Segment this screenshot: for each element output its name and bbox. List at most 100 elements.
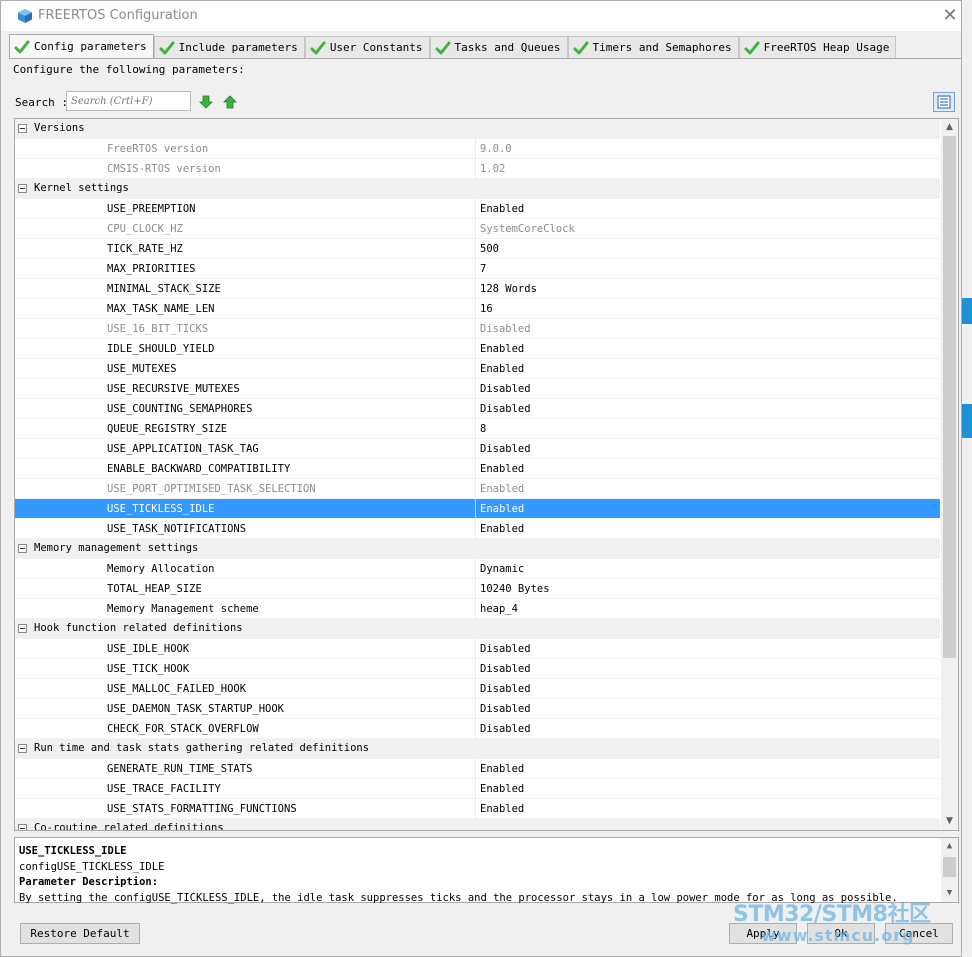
parameter-row[interactable]: Memory Allocation Dynamic — [15, 559, 940, 579]
description-config-name: configUSE_TICKLESS_IDLE — [19, 860, 165, 873]
parameter-value[interactable]: heap_4 — [480, 603, 518, 615]
parameter-value[interactable]: 500 — [480, 243, 499, 255]
parameter-value[interactable]: Enabled — [480, 783, 524, 795]
parameter-name: CPU_CLOCK_HZ — [107, 223, 183, 235]
tab-freertos-heap-usage[interactable]: FreeRTOS Heap Usage — [738, 36, 897, 58]
scroll-thumb[interactable] — [943, 136, 956, 658]
parameter-value[interactable]: Enabled — [480, 763, 524, 775]
group-row[interactable]: Co-routine related definitions — [15, 819, 940, 830]
search-input[interactable] — [66, 91, 191, 111]
scroll-down-arrow-icon[interactable]: ▼ — [941, 813, 958, 830]
column-divider — [475, 339, 476, 359]
tab-timers-and-semaphores[interactable]: Timers and Semaphores — [567, 36, 739, 58]
tab-tasks-and-queues[interactable]: Tasks and Queues — [429, 36, 568, 58]
parameter-value[interactable]: Dynamic — [480, 563, 524, 575]
collapse-minus-icon[interactable] — [18, 824, 27, 830]
close-button[interactable]: ✕ — [937, 4, 963, 28]
tab-config-parameters[interactable]: Config parameters — [9, 34, 154, 58]
parameter-row[interactable]: USE_APPLICATION_TASK_TAG Disabled — [15, 439, 940, 459]
parameter-value[interactable]: Disabled — [480, 683, 531, 695]
description-scrollbar[interactable]: ▲ ▼ — [941, 838, 958, 902]
parameter-value[interactable]: Enabled — [480, 343, 524, 355]
parameter-row[interactable]: USE_TRACE_FACILITY Enabled — [15, 779, 940, 799]
parameter-value[interactable]: Disabled — [480, 663, 531, 675]
collapse-minus-icon[interactable] — [18, 744, 27, 753]
parameter-row[interactable]: USE_COUNTING_SEMAPHORES Disabled — [15, 399, 940, 419]
parameter-row[interactable]: CMSIS-RTOS version 1.02 — [15, 159, 940, 179]
parameter-value[interactable]: Enabled — [480, 503, 524, 515]
parameter-value[interactable]: Enabled — [480, 523, 524, 535]
parameter-value[interactable]: 7 — [480, 263, 486, 275]
parameter-row[interactable]: USE_STATS_FORMATTING_FUNCTIONS Enabled — [15, 799, 940, 819]
parameter-row[interactable]: USE_MUTEXES Enabled — [15, 359, 940, 379]
collapse-minus-icon[interactable] — [18, 624, 27, 633]
parameter-value[interactable]: Disabled — [480, 443, 531, 455]
collapse-minus-icon[interactable] — [18, 544, 27, 553]
tab-include-parameters[interactable]: Include parameters — [153, 36, 305, 58]
parameter-value[interactable]: 10240 Bytes — [480, 583, 550, 595]
tab-user-constants[interactable]: User Constants — [304, 36, 430, 58]
watermark-line1: STM32/STM8社区 — [733, 902, 931, 927]
parameter-value[interactable]: Enabled — [480, 803, 524, 815]
list-view-toggle-button[interactable] — [933, 92, 955, 112]
parameter-value[interactable]: 128 Words — [480, 283, 537, 295]
desc-scroll-thumb[interactable] — [943, 857, 956, 877]
check-icon — [310, 41, 326, 54]
parameter-row[interactable]: MAX_TASK_NAME_LEN 16 — [15, 299, 940, 319]
parameter-row[interactable]: TOTAL_HEAP_SIZE 10240 Bytes — [15, 579, 940, 599]
collapse-minus-icon[interactable] — [18, 184, 27, 193]
restore-default-button[interactable]: Restore Default — [20, 923, 140, 944]
parameter-row[interactable]: FreeRTOS version 9.0.0 — [15, 139, 940, 159]
group-row[interactable]: Memory management settings — [15, 539, 940, 559]
scroll-up-arrow-icon[interactable]: ▲ — [941, 119, 958, 136]
tab-label: FreeRTOS Heap Usage — [763, 41, 890, 54]
parameter-row[interactable]: ENABLE_BACKWARD_COMPATIBILITY Enabled — [15, 459, 940, 479]
parameter-value[interactable]: 8 — [480, 423, 486, 435]
parameter-value[interactable]: Enabled — [480, 363, 524, 375]
collapse-minus-icon[interactable] — [18, 124, 27, 133]
parameter-row[interactable]: MINIMAL_STACK_SIZE 128 Words — [15, 279, 940, 299]
parameter-row[interactable]: MAX_PRIORITIES 7 — [15, 259, 940, 279]
parameter-value[interactable]: Enabled — [480, 203, 524, 215]
desc-scroll-up-arrow-icon[interactable]: ▲ — [941, 838, 958, 855]
search-prev-arrow-up-icon[interactable] — [222, 94, 238, 110]
grid-vertical-scrollbar[interactable]: ▲ ▼ — [941, 119, 958, 830]
parameter-row[interactable]: USE_PREEMPTION Enabled — [15, 199, 940, 219]
parameter-value[interactable]: Disabled — [480, 703, 531, 715]
parameter-row[interactable]: USE_TASK_NOTIFICATIONS Enabled — [15, 519, 940, 539]
parameter-row[interactable]: USE_PORT_OPTIMISED_TASK_SELECTION Enabled — [15, 479, 940, 499]
group-row[interactable]: Kernel settings — [15, 179, 940, 199]
parameter-row[interactable]: USE_TICK_HOOK Disabled — [15, 659, 940, 679]
parameter-value[interactable]: Disabled — [480, 643, 531, 655]
parameter-row[interactable]: CPU_CLOCK_HZ SystemCoreClock — [15, 219, 940, 239]
parameter-row[interactable]: GENERATE_RUN_TIME_STATS Enabled — [15, 759, 940, 779]
parameter-value[interactable]: 16 — [480, 303, 493, 315]
parameter-row[interactable]: IDLE_SHOULD_YIELD Enabled — [15, 339, 940, 359]
group-row[interactable]: Versions — [15, 119, 940, 139]
parameter-value[interactable]: Disabled — [480, 723, 531, 735]
parameter-name: ENABLE_BACKWARD_COMPATIBILITY — [107, 463, 291, 475]
parameter-value[interactable]: Disabled — [480, 403, 531, 415]
parameter-row[interactable]: USE_RECURSIVE_MUTEXES Disabled — [15, 379, 940, 399]
parameter-row[interactable]: USE_16_BIT_TICKS Disabled — [15, 319, 940, 339]
group-row[interactable]: Hook function related definitions — [15, 619, 940, 639]
parameter-value[interactable]: Disabled — [480, 383, 531, 395]
parameter-row[interactable]: CHECK_FOR_STACK_OVERFLOW Disabled — [15, 719, 940, 739]
group-row[interactable]: Run time and task stats gathering relate… — [15, 739, 940, 759]
parameter-name: USE_MALLOC_FAILED_HOOK — [107, 683, 247, 695]
parameter-value[interactable]: Enabled — [480, 463, 524, 475]
parameter-row[interactable]: TICK_RATE_HZ 500 — [15, 239, 940, 259]
parameter-name: USE_DAEMON_TASK_STARTUP_HOOK — [107, 703, 285, 715]
parameter-value: Enabled — [480, 483, 525, 495]
group-name: Run time and task stats gathering relate… — [34, 742, 370, 754]
search-next-arrow-down-icon[interactable] — [198, 94, 214, 110]
parameter-row[interactable]: Memory Management scheme heap_4 — [15, 599, 940, 619]
parameter-row[interactable]: USE_TICKLESS_IDLE Enabled — [15, 499, 940, 519]
parameter-row[interactable]: USE_MALLOC_FAILED_HOOK Disabled — [15, 679, 940, 699]
parameter-row[interactable]: USE_DAEMON_TASK_STARTUP_HOOK Disabled — [15, 699, 940, 719]
desc-scroll-down-arrow-icon[interactable]: ▼ — [941, 885, 958, 902]
cube-app-icon — [18, 9, 32, 23]
parameter-row[interactable]: USE_IDLE_HOOK Disabled — [15, 639, 940, 659]
parameter-row[interactable]: QUEUE_REGISTRY_SIZE 8 — [15, 419, 940, 439]
parameter-name: MINIMAL_STACK_SIZE — [107, 283, 221, 295]
